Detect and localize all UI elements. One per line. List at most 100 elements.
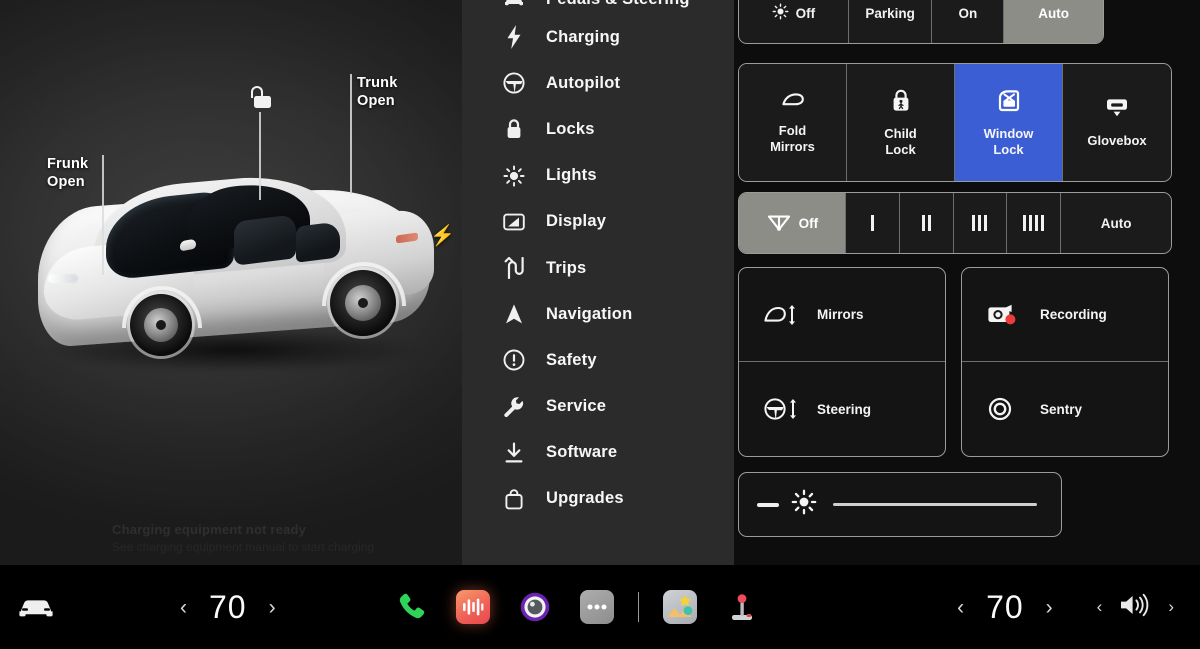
charging-status-message: Charging equipment not ready See chargin… [112, 522, 412, 554]
sidebar-item-lights[interactable]: Lights [462, 153, 734, 199]
callout-trunk-label-line2: Open [357, 92, 397, 110]
passenger-temperature-control[interactable]: ‹ 70 › [957, 589, 1053, 626]
wiper-icon [766, 212, 792, 235]
sidebar-item-safety[interactable]: Safety [462, 337, 734, 383]
sidebar-item-label: Software [546, 443, 617, 462]
camera-app-icon[interactable] [504, 576, 566, 638]
charge-bolt-icon[interactable]: ⚡ [430, 226, 455, 246]
fold-mirrors-label: FoldMirrors [770, 123, 815, 154]
wiper-speed-bars-4 [1023, 215, 1044, 231]
sidebar-item-locks[interactable]: Locks [462, 106, 734, 152]
chevron-right-icon[interactable]: › [269, 597, 276, 618]
vehicle-front-wheel [130, 294, 192, 356]
wiper-option-3[interactable] [954, 193, 1008, 253]
dashcam-recording-row[interactable]: Recording [962, 268, 1168, 362]
chevron-left-icon[interactable]: ‹ [180, 597, 187, 618]
unlocked-padlock-icon[interactable] [248, 86, 272, 110]
gallery-app-icon[interactable] [649, 576, 711, 638]
child-lock-label: ChildLock [884, 126, 917, 157]
wiper-speed-segmented-control[interactable]: Off Auto [738, 192, 1172, 254]
taskbar-app-shortcuts[interactable] [380, 576, 773, 638]
security-panel[interactable]: Recording Sentry [961, 267, 1169, 457]
sidebar-item-trips[interactable]: Trips [462, 245, 734, 291]
bolt-icon [500, 25, 528, 49]
vehicle-model-render[interactable]: ⚡ [38, 152, 438, 392]
wiper-option-1[interactable] [846, 193, 900, 253]
headlight-option-auto[interactable]: Auto [1004, 0, 1103, 43]
taskbar-left: ‹ 70 › [0, 584, 380, 630]
sentry-mode-label: Sentry [1040, 402, 1082, 417]
chevron-right-icon[interactable]: › [1046, 597, 1053, 618]
controls-column: Off Parking On Auto A [734, 0, 1200, 565]
sidebar-item-navigation[interactable]: Navigation [462, 291, 734, 337]
settings-nav-list[interactable]: Pedals & Steering Charging Autopilot Loc… [462, 0, 734, 565]
window-lock-label: WindowLock [984, 126, 1034, 157]
chevron-right-icon[interactable]: › [1168, 597, 1174, 617]
headlight-option-off[interactable]: Off [739, 0, 849, 43]
callout-trunk[interactable]: Trunk Open [357, 74, 397, 110]
headlight-mode-segmented-control[interactable]: Off Parking On Auto [738, 0, 1104, 44]
adjust-mirrors-row[interactable]: Mirrors [739, 268, 945, 362]
display-icon [500, 210, 528, 234]
media-app-icon[interactable] [442, 576, 504, 638]
sidebar-item-display[interactable]: Display [462, 199, 734, 245]
volume-icon[interactable] [1118, 592, 1152, 623]
wiper-option-4[interactable] [1007, 193, 1061, 253]
arcade-app-icon[interactable] [711, 576, 773, 638]
child-lock-icon [891, 88, 911, 117]
headlight-option-label: On [958, 6, 977, 21]
window-lock-button[interactable]: WindowLock [955, 64, 1063, 181]
brightness-slider-track[interactable] [833, 503, 1037, 506]
chevron-left-icon[interactable]: ‹ [957, 597, 964, 618]
callout-frunk-label-line1: Frunk [47, 155, 88, 173]
sidebar-item-pedals-steering[interactable]: Pedals & Steering [462, 0, 734, 14]
adjust-panel[interactable]: Mirrors Steering [738, 267, 946, 457]
more-apps-icon[interactable] [566, 576, 628, 638]
wiper-option-auto[interactable]: Auto [1061, 193, 1171, 253]
brightness-sun-icon[interactable] [791, 489, 817, 520]
brightness-slider[interactable] [738, 472, 1062, 537]
adjust-steering-row[interactable]: Steering [739, 362, 945, 456]
callout-frunk-label-line2: Open [47, 173, 88, 191]
sidebar-item-autopilot[interactable]: Autopilot [462, 60, 734, 106]
fold-mirrors-button[interactable]: FoldMirrors [739, 64, 847, 181]
padlock-body [254, 96, 271, 108]
sidebar-item-service[interactable]: Service [462, 384, 734, 430]
glovebox-button[interactable]: Glovebox [1063, 64, 1171, 181]
headlight-option-parking[interactable]: Parking [849, 0, 933, 43]
sidebar-item-software[interactable]: Software [462, 430, 734, 476]
glovebox-icon [1104, 97, 1130, 124]
headlight-option-label: Off [796, 6, 816, 21]
charging-status-detail: See charging equipment manual to start c… [112, 540, 412, 554]
sidebar-item-label: Safety [546, 351, 597, 370]
sidebar-item-upgrades[interactable]: Upgrades [462, 476, 734, 522]
adjust-mirrors-label: Mirrors [817, 307, 864, 322]
phone-app-icon[interactable] [380, 576, 442, 638]
wiper-option-2[interactable] [900, 193, 954, 253]
car-controls-button[interactable] [10, 584, 62, 630]
sidebar-item-label: Lights [546, 166, 597, 185]
callout-doors-unlocked[interactable] [248, 86, 272, 110]
dashcam-record-icon [986, 302, 1024, 328]
sidebar-item-charging[interactable]: Charging [462, 14, 734, 60]
sentry-mode-row[interactable]: Sentry [962, 362, 1168, 456]
volume-control[interactable]: ‹ › [1097, 592, 1174, 623]
child-lock-button[interactable]: ChildLock [847, 64, 955, 181]
chevron-left-icon[interactable]: ‹ [1097, 597, 1103, 617]
headlight-off-icon [772, 3, 789, 23]
wrench-icon [500, 395, 528, 419]
minus-icon[interactable] [757, 503, 779, 507]
callout-frunk[interactable]: Frunk Open [47, 155, 88, 191]
media-app-tile [456, 590, 490, 624]
front-wheel-cap [156, 320, 166, 330]
wiper-speed-bars-3 [972, 215, 987, 231]
vehicle-quick-tiles[interactable]: FoldMirrors ChildLock WindowLock [738, 63, 1172, 182]
driver-temperature-control[interactable]: ‹ 70 › [180, 589, 276, 626]
download-icon [500, 441, 528, 465]
wiper-option-off[interactable]: Off [739, 193, 846, 253]
wiper-speed-bars-2 [922, 215, 931, 231]
headlight-option-on[interactable]: On [932, 0, 1004, 43]
vehicle-visualization[interactable]: ⚡ Frunk Open Trunk Open Charging equipme… [0, 0, 462, 565]
lock-icon [500, 117, 528, 141]
driver-temperature-value: 70 [209, 589, 247, 626]
